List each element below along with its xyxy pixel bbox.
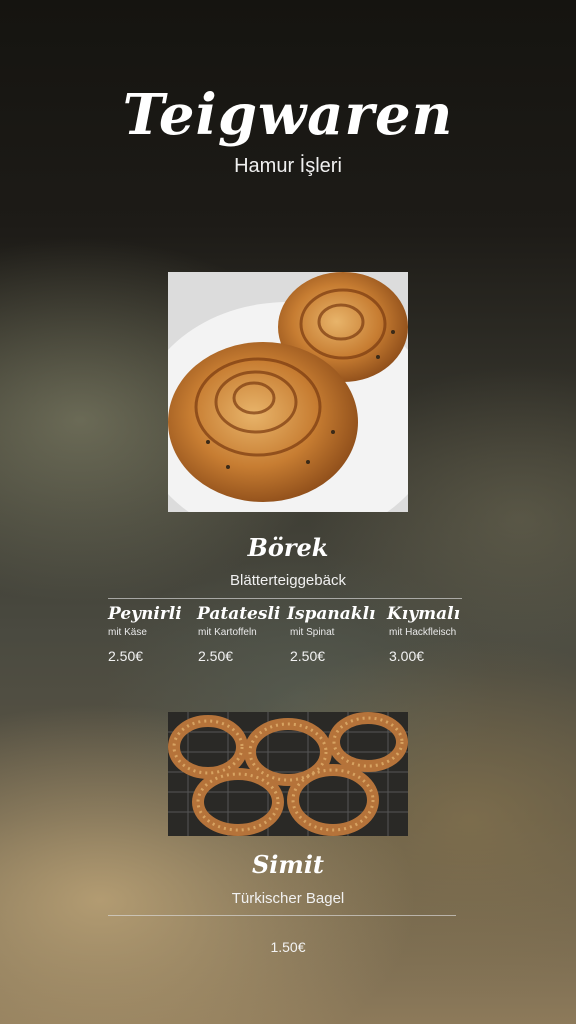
borek-description: Blätterteiggebäck xyxy=(230,572,346,589)
divider xyxy=(108,915,456,916)
simit-price: 1.50€ xyxy=(270,939,306,955)
price: 2.50€ xyxy=(290,648,326,664)
variant-sub: mit Kartoffeln xyxy=(198,627,257,638)
variant-sub: mit Hackfleisch xyxy=(389,627,457,638)
page-title: Teigwaren xyxy=(122,82,454,148)
price: 2.50€ xyxy=(108,648,144,664)
simit-photo xyxy=(168,712,408,836)
divider xyxy=(108,598,462,599)
variant-name: Ispanaklı xyxy=(287,604,376,624)
variant-patatesli: Patatesli xyxy=(197,604,280,624)
variant-peynirli: Peynirli xyxy=(108,604,182,624)
price: 2.50€ xyxy=(198,648,234,664)
variant-sub: mit Käse xyxy=(108,627,147,638)
variant-name: Peynirli xyxy=(108,604,182,624)
simit-description: Türkischer Bagel xyxy=(231,890,345,907)
variant-name: Patatesli xyxy=(197,604,281,624)
borek-name: Börek xyxy=(247,533,329,562)
page-subtitle: Hamur İşleri xyxy=(234,155,342,177)
variant-sub: mit Spinat xyxy=(290,627,335,638)
variant-kiymali: Kıymalı xyxy=(387,604,460,624)
variant-ispanakli: Ispanaklı xyxy=(287,604,376,624)
simit-name: Simit xyxy=(251,850,325,879)
borek-photo xyxy=(168,272,408,512)
price: 3.00€ xyxy=(389,648,425,664)
variant-name: Kıymalı xyxy=(387,604,461,624)
